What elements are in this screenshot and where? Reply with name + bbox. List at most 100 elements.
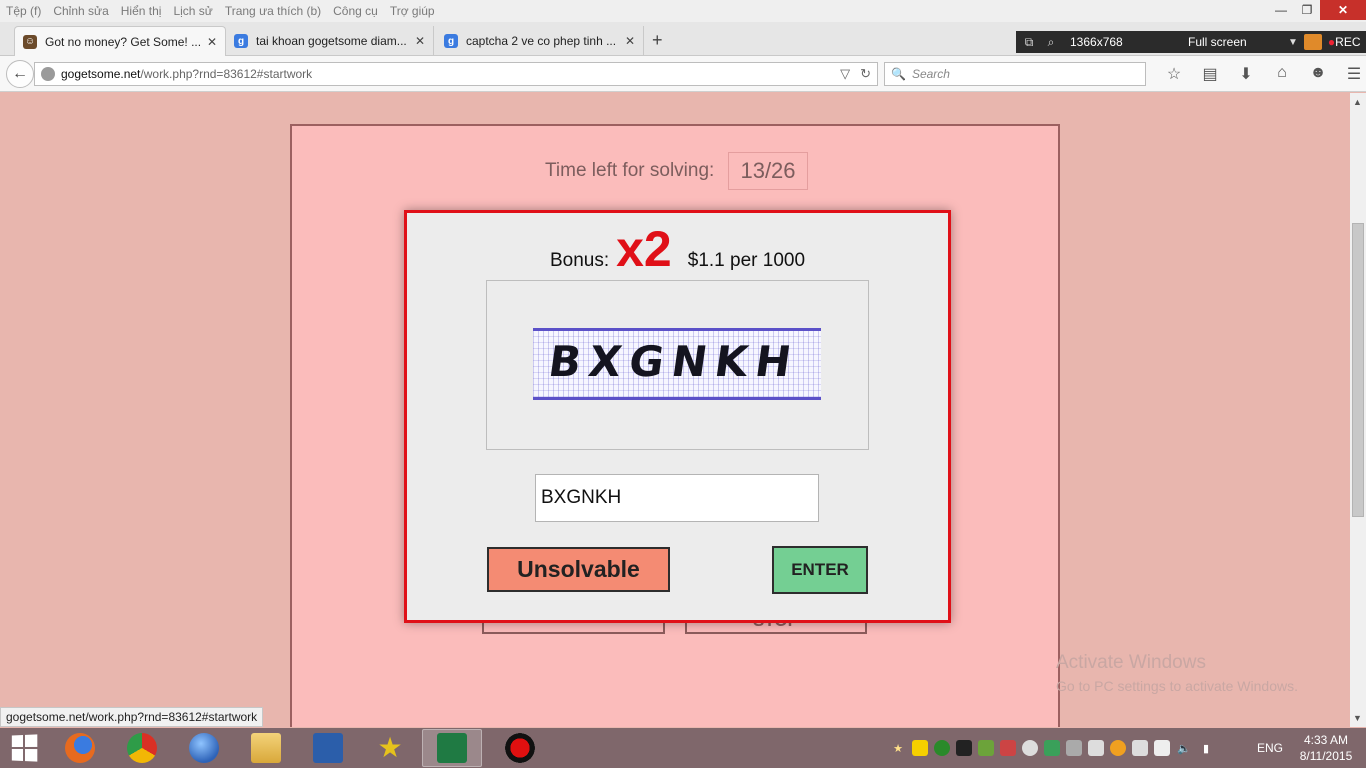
enter-button[interactable]: ENTER — [772, 546, 868, 594]
tray-network-icon[interactable] — [1044, 740, 1060, 756]
timer-value: 13/26 — [728, 152, 808, 190]
tray-app-icon[interactable] — [956, 740, 972, 756]
watermark-subtitle: Go to PC settings to activate Windows. — [1056, 678, 1298, 694]
tab-captcha[interactable]: g captcha 2 ve co phep tinh ... ✕ — [436, 26, 644, 56]
tray-layers-icon[interactable] — [978, 740, 994, 756]
taskbar-star-app[interactable]: ★ — [360, 729, 420, 767]
home-icon[interactable]: ⌂ — [1264, 64, 1300, 84]
rec-button[interactable]: ●REC — [1328, 35, 1361, 49]
recorder-toolbar: ⧉ ⌕ 1366x768 Full screen ▼ ●REC — [1016, 31, 1366, 53]
restore-button[interactable]: ❐ — [1294, 0, 1320, 20]
taskbar-globe[interactable] — [174, 729, 234, 767]
tray-grid-icon[interactable] — [1088, 740, 1104, 756]
taskbar-explorer[interactable] — [236, 729, 296, 767]
tab-title: Got no money? Get Some! ... — [45, 34, 201, 49]
back-button[interactable]: ← — [6, 60, 34, 88]
tray-monitor-icon[interactable] — [1066, 740, 1082, 756]
captcha-image: BXGNKH — [533, 328, 821, 400]
window-icon[interactable]: ⧉ — [1020, 35, 1038, 50]
taskbar-chrome[interactable] — [112, 729, 172, 767]
hamburger-menu-icon[interactable]: ☰ — [1336, 64, 1366, 84]
word-icon — [313, 733, 343, 763]
tray-green-icon[interactable] — [934, 740, 950, 756]
clock-date: 8/11/2015 — [1299, 749, 1353, 763]
scroll-up-icon[interactable]: ▲ — [1353, 97, 1362, 107]
volume-icon[interactable]: 🔈 — [1176, 740, 1192, 756]
tab-tai-khoan[interactable]: g tai khoan gogetsome diam... ✕ — [226, 26, 434, 56]
scroll-down-icon[interactable]: ▼ — [1353, 713, 1362, 723]
tab-gogetsome[interactable]: ☺ Got no money? Get Some! ... ✕ — [14, 26, 226, 56]
page-content: Time left for solving: 13/26 STOP Activa… — [0, 93, 1350, 727]
reading-list-icon[interactable]: ▤ — [1192, 64, 1228, 84]
start-button[interactable] — [0, 728, 48, 768]
minimize-button[interactable]: — — [1268, 0, 1294, 20]
url-path: /work.php?rnd=83612#startwork — [140, 67, 313, 81]
system-clock[interactable]: 4:33 AM 8/11/2015 — [1294, 732, 1358, 764]
navigation-bar: ← gogetsome.net /work.php?rnd=83612#star… — [0, 56, 1366, 92]
tab-close-icon[interactable]: ✕ — [625, 34, 635, 48]
chrome-icon — [127, 733, 157, 763]
url-bar[interactable]: gogetsome.net /work.php?rnd=83612#startw… — [34, 62, 878, 86]
taskbar-word[interactable] — [298, 729, 358, 767]
recorder-mode[interactable]: Full screen — [1188, 35, 1288, 49]
rec-label: REC — [1335, 35, 1361, 49]
language-indicator[interactable]: ENG — [1257, 741, 1283, 755]
star-icon: ★ — [377, 732, 403, 763]
tab-close-icon[interactable]: ✕ — [415, 34, 425, 48]
menu-history[interactable]: Lịch sử — [173, 4, 212, 18]
chevron-down-icon[interactable]: ▼ — [1288, 37, 1298, 48]
windows-logo-icon — [11, 734, 38, 762]
reload-icon[interactable]: ↻ — [860, 66, 871, 82]
menu-bar: Tệp (f) Chỉnh sửa Hiển thị Lịch sử Trang… — [0, 0, 1366, 22]
globe-app-icon — [189, 733, 219, 763]
bookmark-star-icon[interactable]: ☆ — [1156, 64, 1192, 84]
menu-view[interactable]: Hiển thị — [121, 4, 162, 18]
captcha-answer-input[interactable] — [535, 474, 819, 522]
taskbar-excel[interactable] — [422, 729, 482, 767]
tray-orange-icon[interactable] — [1110, 740, 1126, 756]
camera-icon[interactable] — [1303, 34, 1322, 50]
menu-tools[interactable]: Công cụ — [333, 4, 378, 18]
zoom-icon[interactable]: ⌕ — [1042, 35, 1060, 50]
system-tray: ★ 🔈 ▮ — [890, 728, 1214, 768]
toolbar-icons: ☆ ▤ ⬇ ⌂ ☻ ☰ — [1156, 64, 1366, 84]
google-favicon-icon: g — [444, 34, 458, 48]
tray-flag-icon[interactable] — [1132, 740, 1148, 756]
tray-chat-icon[interactable] — [1022, 740, 1038, 756]
unsolvable-button[interactable]: Unsolvable — [487, 547, 670, 592]
excel-icon — [437, 733, 467, 763]
search-input[interactable]: 🔍 Search — [884, 62, 1146, 86]
smiley-icon[interactable]: ☻ — [1300, 64, 1336, 84]
recorder-resolution: 1366x768 — [1070, 35, 1123, 49]
menu-help[interactable]: Trợ giúp — [390, 4, 435, 18]
taskbar-firefox[interactable] — [50, 729, 110, 767]
taskbar-recorder[interactable] — [490, 729, 550, 767]
page-scrollbar[interactable]: ▲ ▼ — [1350, 93, 1366, 727]
globe-icon — [41, 67, 55, 81]
menu-bookmarks[interactable]: Trang ưa thích (b) — [225, 4, 321, 18]
bonus-rate: $1.1 per 1000 — [687, 250, 806, 271]
folder-icon — [251, 733, 281, 763]
google-favicon-icon: g — [234, 34, 248, 48]
firefox-icon — [65, 733, 95, 763]
download-icon[interactable]: ⬇ — [1228, 64, 1264, 84]
status-link: gogetsome.net/work.php?rnd=83612#startwo… — [0, 707, 264, 727]
menu-file[interactable]: Tệp (f) — [6, 4, 41, 18]
new-tab-button[interactable]: + — [652, 30, 663, 51]
scrollbar-thumb[interactable] — [1352, 223, 1364, 517]
tab-title: tai khoan gogetsome diam... — [256, 34, 407, 48]
tray-diamond-icon[interactable] — [912, 740, 928, 756]
gogetsome-favicon-icon: ☺ — [23, 34, 37, 49]
close-window-button[interactable]: ✕ — [1320, 0, 1366, 20]
signal-icon[interactable]: ▮ — [1198, 740, 1214, 756]
tray-tool-icon[interactable] — [1000, 740, 1016, 756]
tray-star-icon[interactable]: ★ — [890, 740, 906, 756]
battery-icon[interactable] — [1154, 740, 1170, 756]
captcha-modal: Bonus: x2 $1.1 per 1000 BXGNKH Unsolvabl… — [404, 210, 951, 623]
record-icon — [505, 733, 535, 763]
clock-time: 4:33 AM — [1303, 733, 1349, 747]
menu-edit[interactable]: Chỉnh sửa — [53, 4, 108, 18]
window-controls: — ❐ ✕ — [1268, 0, 1366, 22]
url-dropdown-icon[interactable]: ▽ — [840, 66, 850, 82]
tab-close-icon[interactable]: ✕ — [207, 35, 217, 49]
